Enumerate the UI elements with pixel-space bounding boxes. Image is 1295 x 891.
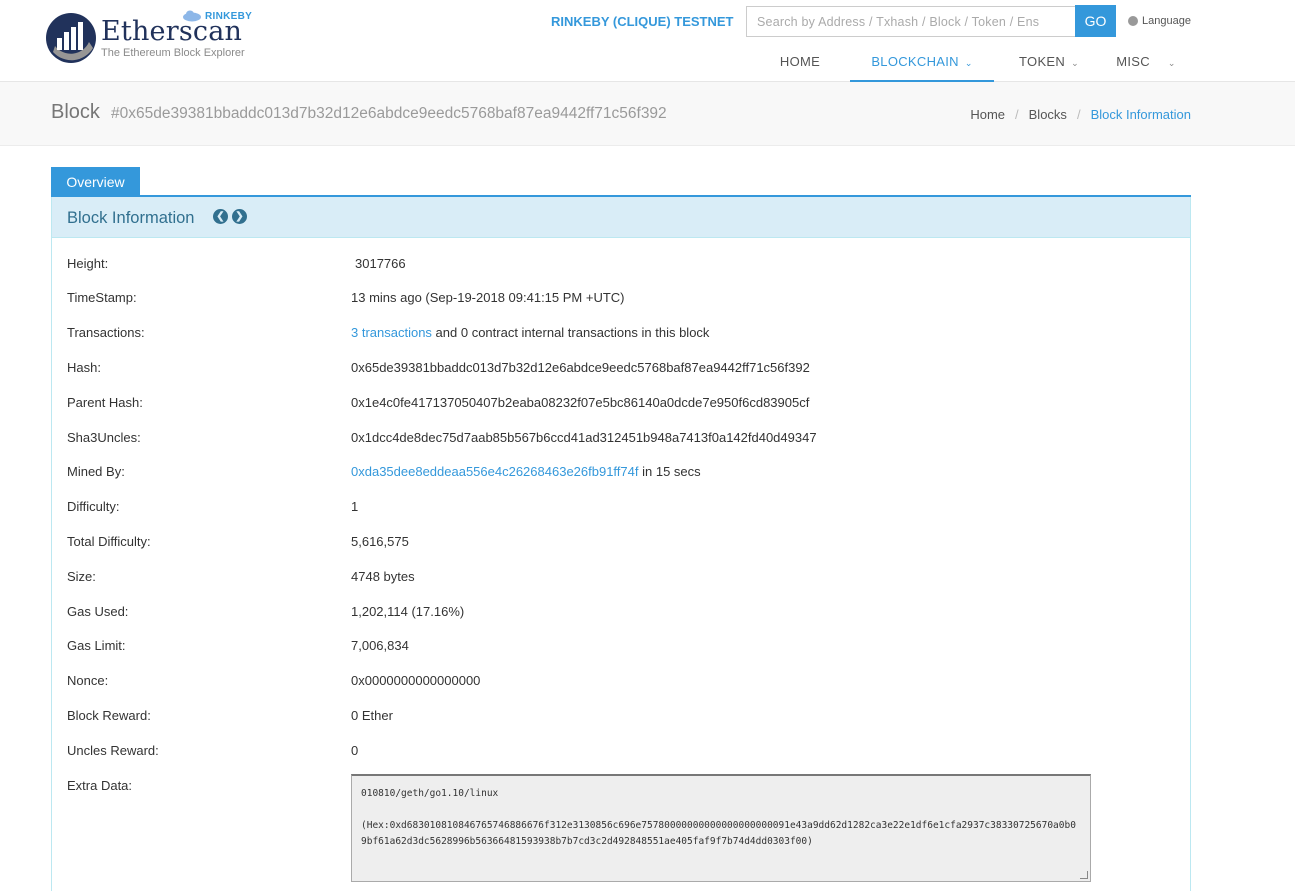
timestamp-label: TimeStamp: (67, 290, 137, 305)
block-info-panel: Block Information ❮ ❯ Height: 3017766 Ti… (51, 197, 1191, 891)
transactions-link[interactable]: 3 transactions (351, 325, 432, 340)
nav-token[interactable]: TOKEN ⌄ (1004, 44, 1094, 82)
search-input[interactable] (746, 6, 1076, 37)
logo-wordmark: Etherscan (101, 16, 243, 47)
difficulty-value: 1 (351, 499, 359, 514)
gas-used-value: 1,202,114 (17.16%) (351, 604, 465, 619)
mined-by-value: 0xda35dee8eddeaa556e4c26268463e26fb91ff7… (351, 464, 701, 479)
parent-hash-label: Parent Hash: (67, 395, 143, 410)
search-go-button[interactable]: GO (1075, 5, 1116, 37)
miner-address-link[interactable]: 0xda35dee8eddeaa556e4c26268463e26fb91ff7… (351, 464, 639, 479)
tab-strip: Overview (51, 167, 1191, 197)
chevron-down-icon: ⌄ (1167, 58, 1176, 68)
size-label: Size: (67, 569, 96, 584)
nav-blockchain[interactable]: BLOCKCHAIN ⌄ (850, 44, 994, 82)
total-difficulty-value: 5,616,575 (351, 534, 409, 549)
language-selector[interactable]: Language (1128, 15, 1191, 27)
parent-hash-link[interactable]: 0x1e4c0fe417137050407b2eaba08232f07e5bc8… (351, 395, 809, 410)
nav-misc-label: MISC (1116, 54, 1150, 69)
breadcrumb-blocks[interactable]: Blocks (1029, 107, 1067, 122)
breadcrumb-current: Block Information (1090, 107, 1191, 122)
block-reward-label: Block Reward: (67, 708, 151, 723)
resize-handle-icon[interactable] (1080, 871, 1088, 879)
nav-misc[interactable]: MISC ⌄ (1104, 44, 1188, 82)
height-value: 3017766 (355, 256, 406, 271)
timestamp-value: 13 mins ago (Sep-19-2018 09:41:15 PM +UT… (351, 290, 625, 305)
nonce-value: 0x0000000000000000 (351, 673, 481, 688)
transactions-value: 3 transactions and 0 contract internal t… (351, 325, 709, 340)
difficulty-label: Difficulty: (67, 499, 120, 514)
chevron-down-icon: ⌄ (1071, 58, 1079, 68)
extra-data-textarea[interactable]: 010810/geth/go1.10/linux (Hex:0xd6830108… (351, 774, 1091, 882)
sha3uncles-label: Sha3Uncles: (67, 430, 141, 445)
nav-blockchain-label: BLOCKCHAIN (871, 54, 959, 69)
extra-data-hex: (Hex:0xd683010810846765746886676f312e313… (361, 820, 1076, 847)
chevron-down-icon: ⌄ (964, 58, 973, 68)
uncles-reward-label: Uncles Reward: (67, 743, 159, 758)
language-label: Language (1142, 15, 1191, 27)
breadcrumb: Home / Blocks / Block Information (970, 107, 1191, 122)
nonce-label: Nonce: (67, 673, 109, 688)
page-title: Block (51, 101, 100, 123)
mined-by-suffix: in 15 secs (638, 464, 701, 479)
size-value: 4748 bytes (351, 569, 415, 584)
site-header: RINKEBY Etherscan The Ethereum Block Exp… (0, 0, 1295, 82)
panel-title: Block Information (67, 209, 195, 227)
block-nav-arrows: ❮ ❯ (213, 209, 247, 224)
main-nav: HOME BLOCKCHAIN ⌄ TOKEN ⌄ MISC ⌄ (0, 44, 1295, 82)
block-reward-value: 0 Ether (351, 708, 393, 723)
nav-home[interactable]: HOME (760, 44, 840, 82)
transactions-suffix: and 0 contract internal transactions in … (431, 325, 710, 340)
gas-limit-label: Gas Limit: (67, 638, 126, 653)
gas-limit-value: 7,006,834 (351, 638, 409, 653)
panel-header: Block Information ❮ ❯ (52, 197, 1190, 238)
gas-used-label: Gas Used: (67, 604, 129, 619)
uncles-reward-value: 0 (351, 743, 359, 758)
extra-data-text: 010810/geth/go1.10/linux (361, 788, 499, 799)
nav-home-label: HOME (779, 54, 821, 69)
hash-label: Hash: (67, 360, 101, 375)
sha3uncles-value: 0x1dcc4de8dec75d7aab85b567b6ccd41ad31245… (351, 430, 817, 445)
transactions-label: Transactions: (67, 325, 145, 340)
total-difficulty-label: Total Difficulty: (67, 534, 151, 549)
breadcrumb-separator: / (1015, 107, 1019, 122)
globe-icon (1128, 16, 1138, 26)
tab-overview[interactable]: Overview (51, 167, 140, 197)
height-label: Height: (67, 256, 109, 271)
breadcrumb-separator: / (1076, 107, 1081, 122)
page-block-hash: #0x65de39381bbaddc013d7b32d12e6abdce9eed… (111, 105, 667, 122)
extra-data-label: Extra Data: (67, 778, 133, 793)
page-title-bar: Block #0x65de39381bbaddc013d7b32d12e6abd… (0, 82, 1295, 146)
nav-token-label: TOKEN (1019, 54, 1066, 69)
testnet-label: RINKEBY (CLIQUE) TESTNET (551, 14, 734, 29)
previous-block-icon[interactable]: ❮ (213, 209, 228, 224)
mined-by-label: Mined By: (67, 464, 125, 479)
next-block-icon[interactable]: ❯ (232, 209, 247, 224)
breadcrumb-home[interactable]: Home (970, 107, 1005, 122)
hash-value: 0x65de39381bbaddc013d7b32d12e6abdce9eedc… (351, 360, 810, 375)
